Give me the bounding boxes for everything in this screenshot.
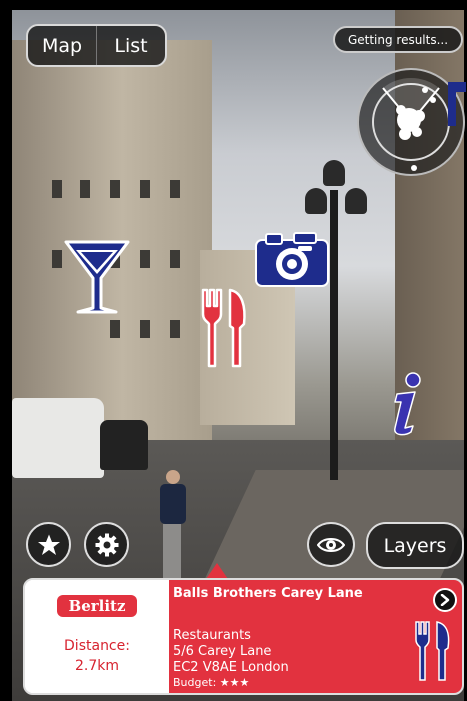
info-icon[interactable]	[383, 370, 427, 440]
window	[170, 320, 180, 338]
map-view-button[interactable]: Map	[28, 26, 96, 65]
star-icon	[37, 534, 60, 555]
chevron-right-icon[interactable]	[433, 588, 457, 612]
camera-icon[interactable]	[254, 230, 330, 288]
poi-address-line2: EC2 V8AE London	[173, 660, 289, 675]
distance-value: 2.7km	[74, 658, 119, 674]
list-view-button[interactable]: List	[96, 26, 165, 65]
lamp-head	[345, 188, 367, 214]
window	[52, 180, 62, 198]
card-brand-panel: Berlitz Distance: 2.7km	[25, 580, 169, 693]
window	[110, 180, 120, 198]
fork-knife-icon[interactable]	[200, 288, 250, 370]
eye-icon	[317, 537, 345, 552]
card-details-panel: Balls Brothers Carey Lane Restaurants 5/…	[169, 580, 462, 693]
frame-left	[0, 0, 12, 701]
poi-info-card[interactable]: Berlitz Distance: 2.7km Balls Brothers C…	[23, 578, 464, 695]
berlitz-logo: Berlitz	[57, 595, 137, 617]
card-pointer	[206, 563, 228, 579]
visibility-button[interactable]	[307, 522, 355, 567]
loading-status: Getting results...	[333, 26, 463, 53]
window	[140, 180, 150, 198]
window	[140, 250, 150, 268]
van	[12, 398, 104, 478]
fork-knife-icon	[415, 621, 450, 681]
lamp-head	[323, 160, 345, 186]
taxi	[100, 420, 148, 470]
gear-icon	[95, 533, 118, 556]
window	[52, 250, 62, 268]
distance-label: Distance:	[64, 638, 130, 654]
poi-category: Restaurants	[173, 628, 251, 643]
lamp-head	[305, 188, 327, 214]
cocktail-glass-icon[interactable]	[62, 238, 132, 318]
window	[140, 320, 150, 338]
poi-budget: Budget: ★★★	[173, 676, 250, 689]
layers-button[interactable]: Layers	[366, 522, 464, 569]
pedestrian	[158, 470, 186, 580]
window	[170, 180, 180, 198]
window	[80, 180, 90, 198]
ar-browser-screen: Map List Getting results... Layers Berli…	[0, 0, 467, 701]
window	[170, 250, 180, 268]
pedestrian-head	[166, 470, 180, 484]
lamp-post	[330, 190, 338, 480]
window	[110, 320, 120, 338]
chevron-shape	[440, 594, 450, 606]
view-toggle: Map List	[26, 24, 167, 67]
pedestrian-torso	[160, 484, 186, 524]
poi-address-line1: 5/6 Carey Lane	[173, 644, 272, 659]
pedestrian-legs	[163, 524, 181, 578]
favorites-button[interactable]	[26, 522, 71, 567]
frame-top	[0, 0, 467, 10]
poi-title: Balls Brothers Carey Lane	[173, 586, 363, 601]
settings-button[interactable]	[84, 522, 129, 567]
offscreen-marker-icon[interactable]	[448, 78, 466, 130]
